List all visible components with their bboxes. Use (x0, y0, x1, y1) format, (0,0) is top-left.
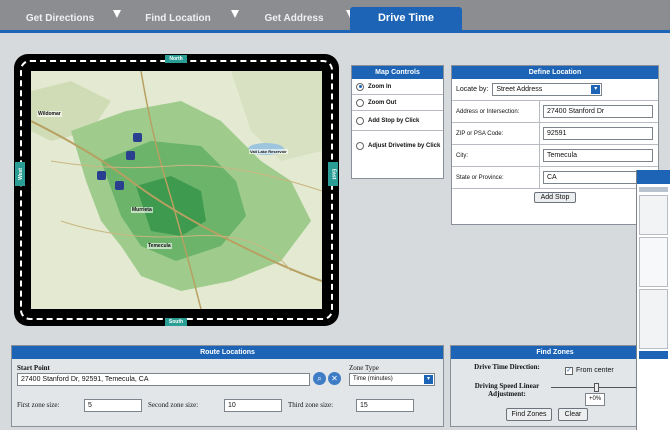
map-controls-title: Map Controls (352, 66, 443, 79)
address-input[interactable]: 27400 Stanford Dr (543, 105, 653, 118)
tab-divider-icon (113, 10, 121, 18)
pan-east-button[interactable]: East (328, 162, 338, 186)
map-control-label: Add Stop by Click (368, 117, 420, 124)
radio-icon[interactable] (356, 142, 364, 150)
define-location-title: Define Location (452, 66, 658, 79)
route-locations-panel: Route Locations Start Point 27400 Stanfo… (11, 345, 444, 427)
pan-south-button[interactable]: South (165, 318, 187, 326)
tab-find-location[interactable]: Find Location (126, 7, 230, 30)
zip-label: ZIP or PSA Code: (452, 123, 540, 144)
tab-drive-time[interactable]: Drive Time (350, 7, 462, 30)
radio-icon[interactable] (356, 82, 364, 91)
locate-by-row: Locate by: Street Address ▾ (452, 79, 658, 101)
close-icon[interactable]: ✕ (328, 372, 341, 385)
start-point-input[interactable]: 27400 Stanford Dr, 92591, Temecula, CA (17, 373, 310, 386)
map-control-label: Zoom In (368, 83, 392, 90)
tab-get-directions[interactable]: Get Directions (12, 7, 108, 30)
overlay-titlebar (637, 170, 670, 184)
pan-west-button[interactable]: West (15, 162, 25, 186)
map-graphic (31, 71, 322, 309)
city-label: City: (452, 145, 540, 166)
tab-divider-icon (231, 10, 239, 18)
speed-slider-track[interactable] (551, 387, 649, 388)
pan-east-label: East (330, 168, 337, 180)
city-row: City: Temecula (452, 145, 658, 167)
overlay-bar (639, 351, 668, 359)
water-label: Vail Lake Reservoir (249, 149, 288, 154)
clear-button[interactable]: Clear (558, 408, 588, 421)
add-stop-row: Add Stop (452, 189, 658, 203)
address-label: Address or Intersection: (452, 101, 540, 122)
locate-by-label: Locate by: (456, 86, 489, 93)
map-control-label: Zoom Out (368, 99, 397, 106)
find-zones-panel: Find Zones Drive Time Direction: ✓ From … (450, 345, 660, 427)
zone-type-select[interactable]: Time (minutes) ▾ (349, 373, 435, 386)
radio-icon[interactable] (356, 116, 364, 125)
find-zones-button[interactable]: Find Zones (506, 408, 552, 421)
address-row: Address or Intersection: 27400 Stanford D… (452, 101, 658, 123)
map-control-label: Adjust Drivetime by Click (368, 143, 441, 149)
map-control-zoom-out[interactable]: Zoom Out (352, 95, 443, 111)
direction-checkbox[interactable]: ✓ (565, 367, 573, 375)
route-locations-title: Route Locations (12, 346, 443, 359)
chevron-down-icon: ▾ (591, 85, 601, 94)
zip-row: ZIP or PSA Code: 92591 (452, 123, 658, 145)
speed-slider-handle[interactable] (594, 383, 599, 392)
find-zones-title: Find Zones (451, 346, 659, 359)
map-controls-panel: Map Controls Zoom In Zoom Out Add Stop b… (351, 65, 444, 179)
second-zone-label: Second zone size: (148, 401, 199, 409)
map-control-zoom-in[interactable]: Zoom In (352, 79, 443, 95)
overlay-toolbar (639, 187, 668, 192)
locate-by-select[interactable]: Street Address ▾ (492, 83, 603, 96)
third-zone-label: Third zone size: (288, 401, 334, 409)
map-control-adjust-drivetime[interactable]: Adjust Drivetime by Click (352, 131, 443, 161)
tab-get-address[interactable]: Get Address (244, 7, 344, 30)
zip-input[interactable]: 92591 (543, 127, 653, 140)
overlay-window (636, 170, 670, 430)
state-row: State or Province: CA (452, 167, 658, 189)
speed-label: Driving Speed Linear Adjustment: (474, 382, 540, 398)
pan-west-label: West (17, 168, 24, 180)
first-zone-label: First zone size: (17, 401, 60, 409)
overlay-section (639, 237, 668, 287)
direction-label: Drive Time Direction: (474, 363, 540, 371)
state-label: State or Province: (452, 167, 540, 188)
pan-north-button[interactable]: North (165, 55, 187, 63)
zone-type-label: Zone Type (349, 364, 379, 372)
speed-value[interactable]: +0% (585, 393, 605, 406)
third-zone-input[interactable]: 15 (356, 399, 414, 412)
locate-by-value: Street Address (496, 86, 543, 93)
map-control-add-stop[interactable]: Add Stop by Click (352, 111, 443, 131)
search-icon[interactable]: ⌕ (313, 372, 326, 385)
define-location-panel: Define Location Locate by: Street Addres… (451, 65, 659, 225)
zone-type-value: Time (minutes) (353, 376, 393, 382)
place-label: Wildomar (37, 111, 62, 117)
first-zone-input[interactable]: 5 (84, 399, 142, 412)
place-label: Murrieta (131, 207, 153, 213)
place-label: Temecula (147, 243, 172, 249)
second-zone-input[interactable]: 10 (224, 399, 282, 412)
chevron-down-icon: ▾ (424, 375, 433, 384)
radio-icon[interactable] (356, 98, 364, 107)
map-view[interactable]: Wildomar Murrieta Temecula Vail Lake Res… (31, 71, 322, 309)
direction-value: From center (576, 367, 614, 374)
city-input[interactable]: Temecula (543, 149, 653, 162)
start-point-label: Start Point (17, 364, 50, 372)
overlay-section (639, 289, 668, 349)
tab-bar: Get Directions Find Location Get Address… (0, 0, 670, 30)
overlay-section (639, 195, 668, 235)
add-stop-button[interactable]: Add Stop (533, 192, 577, 203)
